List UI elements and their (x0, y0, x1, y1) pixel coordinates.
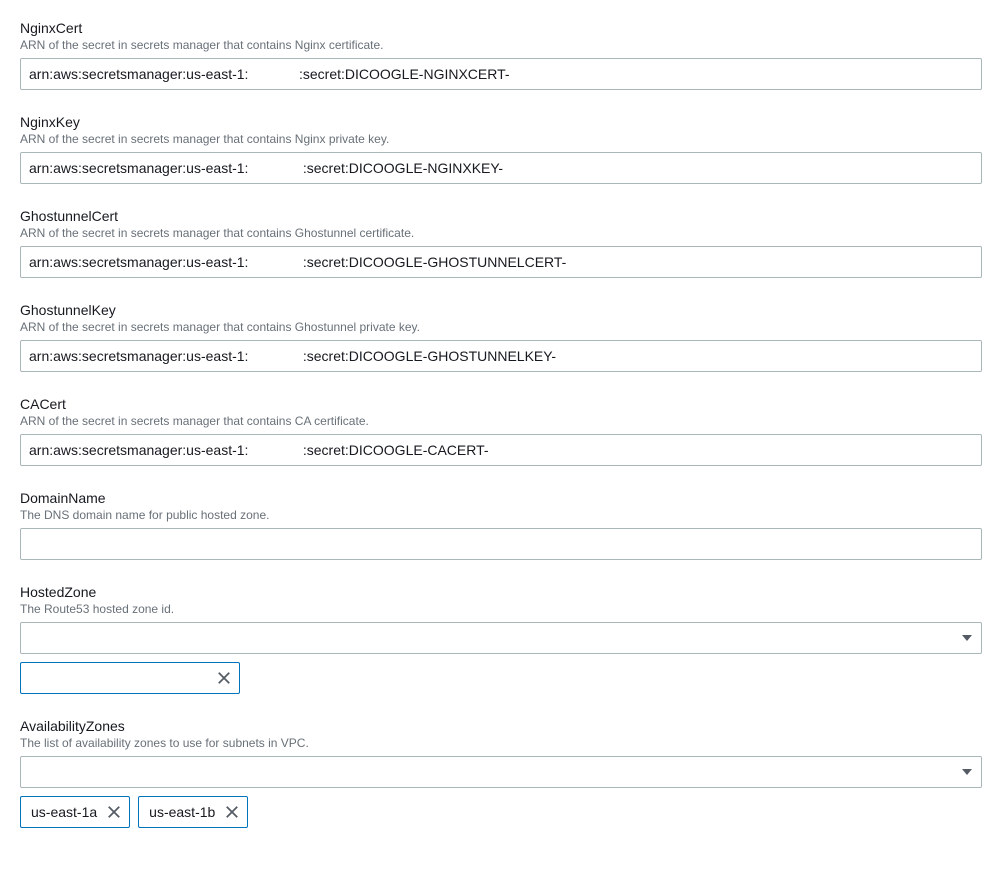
availabilityzones-tags: us-east-1a us-east-1b (20, 796, 982, 828)
select-wrapper-availabilityzones (20, 756, 982, 788)
description-nginxcert: ARN of the secret in secrets manager tha… (20, 38, 982, 52)
field-nginxkey: NginxKey ARN of the secret in secrets ma… (20, 114, 982, 184)
field-ghostunnelkey: GhostunnelKey ARN of the secret in secre… (20, 302, 982, 372)
az-tag-label: us-east-1b (149, 804, 215, 820)
label-domainname: DomainName (20, 490, 982, 506)
field-cacert: CACert ARN of the secret in secrets mana… (20, 396, 982, 466)
field-hostedzone: HostedZone The Route53 hosted zone id. (20, 584, 982, 694)
description-domainname: The DNS domain name for public hosted zo… (20, 508, 982, 522)
select-hostedzone[interactable] (20, 622, 982, 654)
description-ghostunnelcert: ARN of the secret in secrets manager tha… (20, 226, 982, 240)
az-tag[interactable]: us-east-1b (138, 796, 248, 828)
label-ghostunnelcert: GhostunnelCert (20, 208, 982, 224)
description-ghostunnelkey: ARN of the secret in secrets manager tha… (20, 320, 982, 334)
label-availabilityzones: AvailabilityZones (20, 718, 982, 734)
input-nginxkey[interactable] (20, 152, 982, 184)
hostedzone-tags (20, 662, 982, 694)
input-ghostunnelkey[interactable] (20, 340, 982, 372)
az-tag[interactable]: us-east-1a (20, 796, 130, 828)
close-icon[interactable] (105, 803, 123, 821)
field-ghostunnelcert: GhostunnelCert ARN of the secret in secr… (20, 208, 982, 278)
select-availabilityzones[interactable] (20, 756, 982, 788)
description-nginxkey: ARN of the secret in secrets manager tha… (20, 132, 982, 146)
close-icon[interactable] (215, 669, 233, 687)
field-domainname: DomainName The DNS domain name for publi… (20, 490, 982, 560)
field-availabilityzones: AvailabilityZones The list of availabili… (20, 718, 982, 828)
label-nginxcert: NginxCert (20, 20, 982, 36)
field-nginxcert: NginxCert ARN of the secret in secrets m… (20, 20, 982, 90)
input-ghostunnelcert[interactable] (20, 246, 982, 278)
hostedzone-tag[interactable] (20, 662, 240, 694)
label-ghostunnelkey: GhostunnelKey (20, 302, 982, 318)
label-hostedzone: HostedZone (20, 584, 982, 600)
description-hostedzone: The Route53 hosted zone id. (20, 602, 982, 616)
label-nginxkey: NginxKey (20, 114, 982, 130)
input-nginxcert[interactable] (20, 58, 982, 90)
input-domainname[interactable] (20, 528, 982, 560)
close-icon[interactable] (223, 803, 241, 821)
az-tag-label: us-east-1a (31, 804, 97, 820)
description-availabilityzones: The list of availability zones to use fo… (20, 736, 982, 750)
input-cacert[interactable] (20, 434, 982, 466)
description-cacert: ARN of the secret in secrets manager tha… (20, 414, 982, 428)
label-cacert: CACert (20, 396, 982, 412)
select-wrapper-hostedzone (20, 622, 982, 654)
